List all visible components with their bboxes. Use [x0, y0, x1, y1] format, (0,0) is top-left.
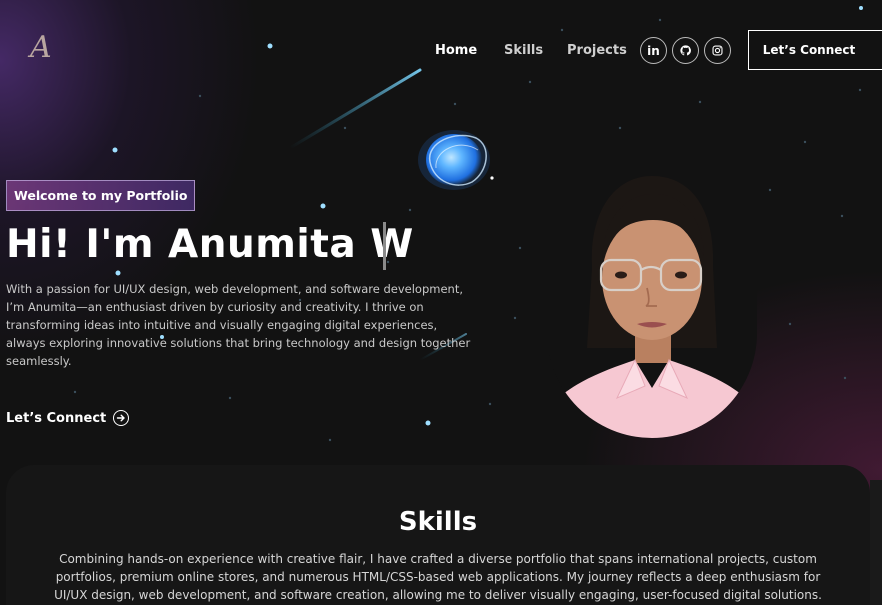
typing-caret — [383, 222, 386, 270]
welcome-badge: Welcome to my Portfolio — [6, 180, 196, 211]
arrow-right-circle-icon — [113, 410, 130, 426]
github-button[interactable] — [672, 37, 699, 64]
brand-logo[interactable]: A — [30, 30, 52, 65]
linkedin-button[interactable]: in — [640, 37, 667, 64]
profile-photo — [547, 148, 757, 438]
glowing-orb-graphic — [418, 130, 494, 190]
nav-home[interactable]: Home — [435, 43, 477, 58]
portfolio-page: A Home Skills Projects in Let’s Connect — [0, 0, 882, 605]
scrollbar[interactable] — [870, 480, 882, 605]
nav-skills[interactable]: Skills — [504, 43, 543, 58]
hero-headline: Hi! I'm Anumita W — [6, 222, 414, 267]
lets-connect-button[interactable]: Let’s Connect — [748, 30, 882, 70]
linkedin-icon: in — [647, 43, 660, 58]
skills-description: Combining hands-on experience with creat… — [54, 552, 822, 602]
github-icon — [680, 45, 691, 56]
hero-lets-connect-link[interactable]: Let’s Connect — [6, 410, 130, 426]
instagram-icon — [712, 45, 723, 56]
skills-title: Skills — [398, 507, 478, 537]
hero-link-label: Let’s Connect — [6, 410, 107, 426]
nav-projects[interactable]: Projects — [567, 43, 627, 58]
instagram-button[interactable] — [704, 37, 731, 64]
hero-intro-text: With a passion for UI/UX design, web dev… — [6, 282, 471, 368]
